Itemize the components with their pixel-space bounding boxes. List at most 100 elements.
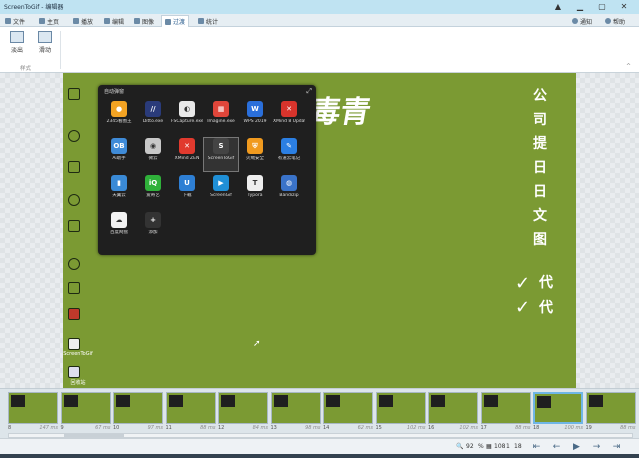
frame-meta: 16 102 ms xyxy=(428,425,478,431)
app-label: 天翼云 xyxy=(112,193,126,198)
mouse-cursor-icon: ➚ xyxy=(253,339,261,349)
last-frame-button[interactable]: ⇥ xyxy=(610,441,623,453)
launcher-app[interactable]: W WPS 2019 xyxy=(238,101,272,134)
frame-meta: 18 100 ms xyxy=(533,425,583,431)
frame-thumbnail[interactable] xyxy=(375,392,426,424)
frame-thumbnail[interactable] xyxy=(218,392,268,424)
launcher-app[interactable]: ◐ FSCapture.exe xyxy=(170,101,204,134)
zoom-value[interactable]: 92 xyxy=(466,443,474,450)
frame-meta: 17 88 ms xyxy=(481,425,531,431)
frame-thumbnail[interactable] xyxy=(270,392,321,424)
app-label: 有道云笔记 xyxy=(277,156,301,161)
minimize-icon[interactable]: ▁ xyxy=(575,1,585,11)
close-icon[interactable]: ✕ xyxy=(619,1,629,11)
frame-thumbnail[interactable] xyxy=(60,392,111,424)
frame-thumbnail[interactable] xyxy=(8,392,58,424)
tab-play[interactable]: 播放 xyxy=(70,15,96,27)
image-icon xyxy=(134,18,140,24)
taskbar xyxy=(0,454,639,458)
frame-thumbnail[interactable] xyxy=(113,392,163,424)
frame-delay: 67 ms xyxy=(95,425,111,431)
app-icon xyxy=(65,305,83,323)
fade-button[interactable]: 淡出 xyxy=(6,31,28,57)
cards-icon xyxy=(65,279,83,297)
play-icon xyxy=(73,18,79,24)
launcher-app[interactable]: + 添加 xyxy=(136,212,170,245)
app-icon: OB xyxy=(111,138,127,154)
frame-thumbnail[interactable] xyxy=(323,392,373,424)
launcher-app[interactable]: T Typora xyxy=(238,175,272,208)
app-icon: ▮ xyxy=(111,175,127,191)
launcher-app[interactable]: iQ 爱奇艺 xyxy=(136,175,170,208)
slide-button[interactable]: 滑动 xyxy=(34,31,56,57)
app-label: XMind 8 Update 7 xyxy=(273,119,305,124)
maximize-icon[interactable]: ▢ xyxy=(597,1,607,11)
tab-home[interactable]: 主页 xyxy=(36,15,62,27)
app-label: Ai助手 xyxy=(112,156,126,161)
app-icon: ✕ xyxy=(179,138,195,154)
launcher-app[interactable]: ✕ XMind 8 Update 7 xyxy=(272,101,306,134)
tab-edit[interactable]: 编辑 xyxy=(101,15,127,27)
app-label: 添加 xyxy=(148,230,158,235)
tab-file[interactable]: 文件 xyxy=(2,15,28,27)
frame-number: 15 xyxy=(375,425,382,431)
frame-thumbnail[interactable] xyxy=(585,392,636,424)
scrollbar-thumb[interactable] xyxy=(64,434,124,437)
collapse-icon[interactable]: ▲ xyxy=(553,1,563,11)
frame-thumbnail[interactable] xyxy=(533,392,583,424)
tab-transitions[interactable]: 过渡 xyxy=(161,15,190,27)
frame-delay: 62 ms xyxy=(357,425,373,431)
next-frame-button[interactable]: → xyxy=(590,441,603,453)
tab-image[interactable]: 图像 xyxy=(131,15,157,27)
app-label: WPS 2019 xyxy=(243,119,267,124)
help-button[interactable]: 帮助 xyxy=(605,15,625,27)
fade-icon xyxy=(10,31,24,43)
frame-number: 11 xyxy=(165,425,172,431)
frame-title-text: 毒青 xyxy=(307,95,374,130)
app-icon: ▦ xyxy=(213,101,229,117)
edit-icon xyxy=(104,18,110,24)
help-icon xyxy=(605,18,611,24)
launcher-app[interactable]: ☁ 百度网盘 xyxy=(102,212,136,245)
launcher-app[interactable]: S ScreenToGif xyxy=(203,137,239,172)
frame-delay: 88 ms xyxy=(200,425,216,431)
launcher-app[interactable]: ✎ 有道云笔记 xyxy=(272,138,306,171)
launcher-app[interactable]: ● 2345看图王 xyxy=(102,101,136,134)
frame-number: 17 xyxy=(480,425,487,431)
frame-meta: 14 62 ms xyxy=(323,425,373,431)
app-launcher-popup: 自动弹窗 ⤢ ● 2345看图王 // Ditto.exe ◐ FSCapture.exe… xyxy=(98,85,316,255)
title-bar: ScreenToGif - 编辑器 ▲ ▁ ▢ ✕ xyxy=(0,0,639,14)
app-label: 微云 xyxy=(148,156,158,161)
frame-meta: 10 97 ms xyxy=(113,425,163,431)
play-button[interactable]: ▶ xyxy=(570,441,583,453)
launcher-app[interactable]: ◉ 微云 xyxy=(136,138,170,171)
app-label: Bandizip xyxy=(279,193,299,198)
launcher-app[interactable]: ▶ ScreenGif xyxy=(204,175,238,208)
collapse-ribbon-button[interactable]: ^ xyxy=(626,63,631,70)
app-icon: T xyxy=(247,175,263,191)
notify-button[interactable]: 通知 xyxy=(572,15,592,27)
app-label: Typora xyxy=(247,193,263,198)
launcher-app[interactable]: U 下载 xyxy=(170,175,204,208)
app-label: 爱奇艺 xyxy=(146,193,160,198)
expand-icon[interactable]: ⤢ xyxy=(306,87,312,96)
launcher-app[interactable]: ▦ Imagine.exe xyxy=(204,101,238,134)
frame-thumbnail[interactable] xyxy=(428,392,478,424)
launcher-app[interactable]: ⛨ 火绒安全 xyxy=(238,138,272,171)
launcher-app[interactable]: OB Ai助手 xyxy=(102,138,136,171)
thumbnail-preview xyxy=(63,395,78,407)
tab-stats[interactable]: 统计 xyxy=(195,15,221,27)
window-title: ScreenToGif - 编辑器 xyxy=(4,4,64,11)
app-grid: ● 2345看图王 // Ditto.exe ◐ FSCapture.exe ▦ Imagin… xyxy=(102,101,312,245)
frame-thumbnail[interactable] xyxy=(480,392,531,424)
first-frame-button[interactable]: ⇤ xyxy=(530,441,543,453)
launcher-app[interactable]: ▮ 天翼云 xyxy=(102,175,136,208)
launcher-app[interactable]: // Ditto.exe xyxy=(136,101,170,134)
frame-thumbnail[interactable] xyxy=(165,392,216,424)
launcher-app[interactable]: ◍ Bandizip xyxy=(272,175,306,208)
launcher-app[interactable]: ✕ XMind ZEN xyxy=(170,138,204,171)
app-icon: ⛨ xyxy=(247,138,263,154)
frame-delay: 97 ms xyxy=(147,425,163,431)
previous-frame-button[interactable]: ← xyxy=(550,441,563,453)
zoom-icon: 🔍 xyxy=(456,443,464,450)
